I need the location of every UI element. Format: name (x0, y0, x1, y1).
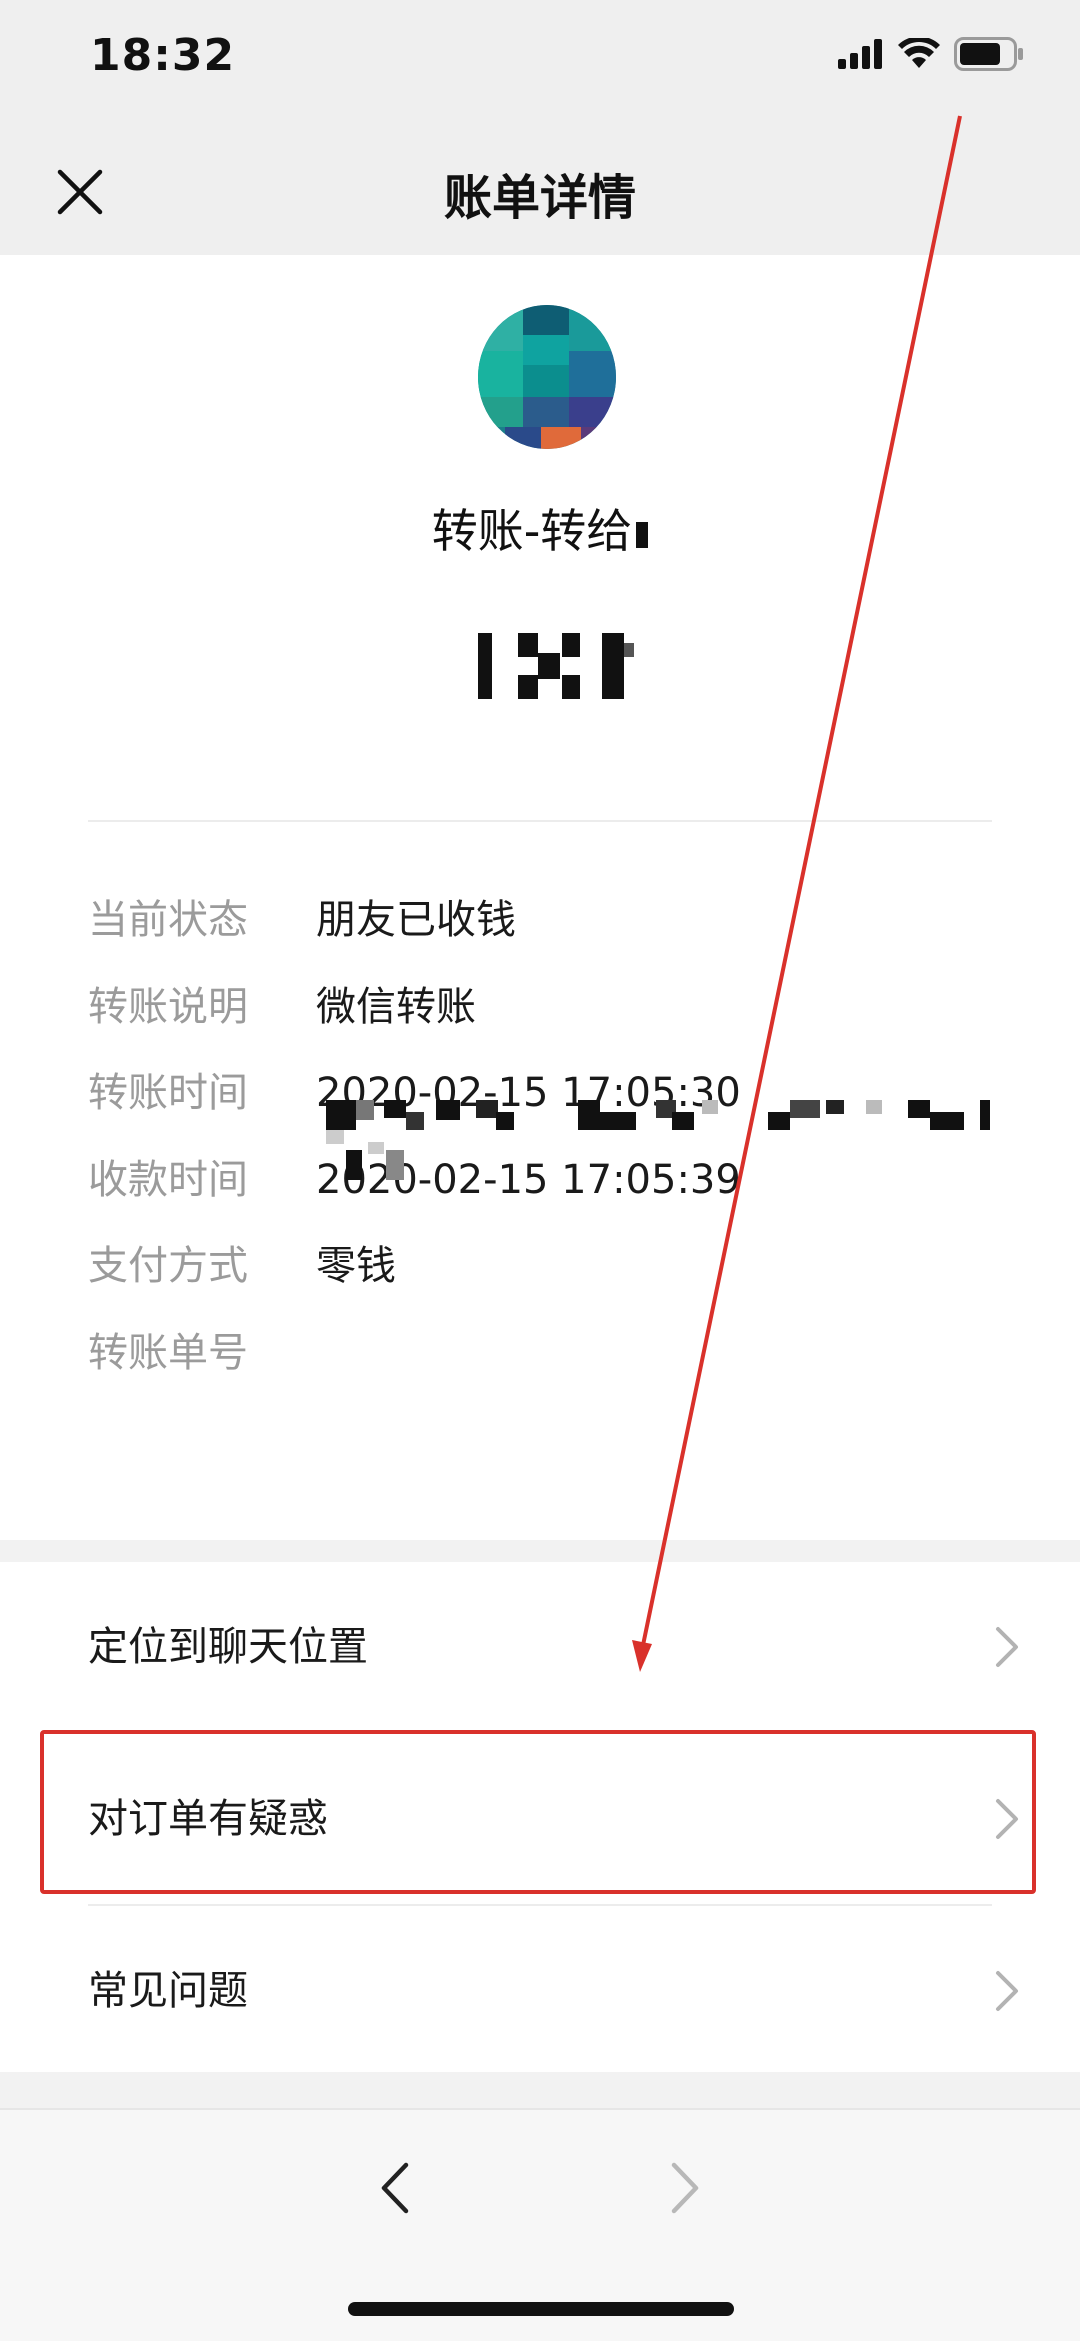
detail-row-order-number: 转账单号 (88, 1323, 992, 1383)
recipient-name-mosaic (636, 521, 649, 548)
home-indicator (348, 2302, 734, 2316)
status-bar: 18:32 (0, 0, 1080, 120)
chevron-right-icon (996, 1627, 1018, 1667)
detail-label: 转账时间 (88, 1070, 248, 1116)
back-button[interactable] (354, 2148, 434, 2228)
forward-button[interactable] (646, 2148, 726, 2228)
menu-item-label: 对订单有疑惑 (88, 1796, 328, 1842)
detail-row-status: 当前状态 朋友已收钱 (88, 890, 992, 950)
detail-label: 转账说明 (88, 984, 248, 1030)
wifi-icon (898, 36, 940, 74)
order-number-mosaic (316, 1090, 1016, 1200)
menu-item-locate-chat[interactable]: 定位到聊天位置 (0, 1562, 1080, 1732)
status-time: 18:32 (90, 30, 236, 81)
bottom-toolbar (0, 2108, 1080, 2341)
detail-label: 收款时间 (88, 1157, 248, 1203)
status-icons (838, 34, 1024, 78)
bill-detail-card: 转账-转给 当前状态 朋友已收钱 转账说明 微信转账 转账时间 2020-02-… (0, 255, 1080, 1540)
signal-icon (838, 39, 884, 73)
menu-card: 定位到聊天位置 对订单有疑惑 常见问题 (0, 1562, 1080, 2072)
detail-label: 转账单号 (88, 1330, 248, 1376)
detail-row-payment-method: 支付方式 零钱 (88, 1236, 992, 1296)
detail-value: 零钱 (316, 1243, 396, 1289)
menu-item-order-question[interactable]: 对订单有疑惑 (0, 1734, 1080, 1904)
amount-mosaic (478, 633, 678, 699)
detail-value: 微信转账 (316, 984, 476, 1030)
battery-icon (954, 37, 1024, 75)
chevron-right-icon (671, 2162, 699, 2214)
header: 账单详情 (0, 120, 1080, 255)
transfer-title-text: 转账-转给 (431, 504, 633, 558)
page-title: 账单详情 (443, 170, 636, 226)
chevron-right-icon (996, 1799, 1018, 1839)
avatar (477, 305, 617, 455)
menu-item-label: 常见问题 (88, 1968, 248, 2014)
transfer-title: 转账-转给 (0, 495, 1080, 561)
menu-item-label: 定位到聊天位置 (88, 1624, 368, 1670)
divider (88, 820, 992, 822)
detail-row-note: 转账说明 微信转账 (88, 977, 992, 1037)
detail-label: 当前状态 (88, 897, 248, 943)
detail-value: 朋友已收钱 (316, 897, 516, 943)
menu-item-faq[interactable]: 常见问题 (0, 1906, 1080, 2076)
chevron-right-icon (996, 1971, 1018, 2011)
detail-label: 支付方式 (88, 1243, 248, 1289)
chevron-left-icon (381, 2162, 409, 2214)
